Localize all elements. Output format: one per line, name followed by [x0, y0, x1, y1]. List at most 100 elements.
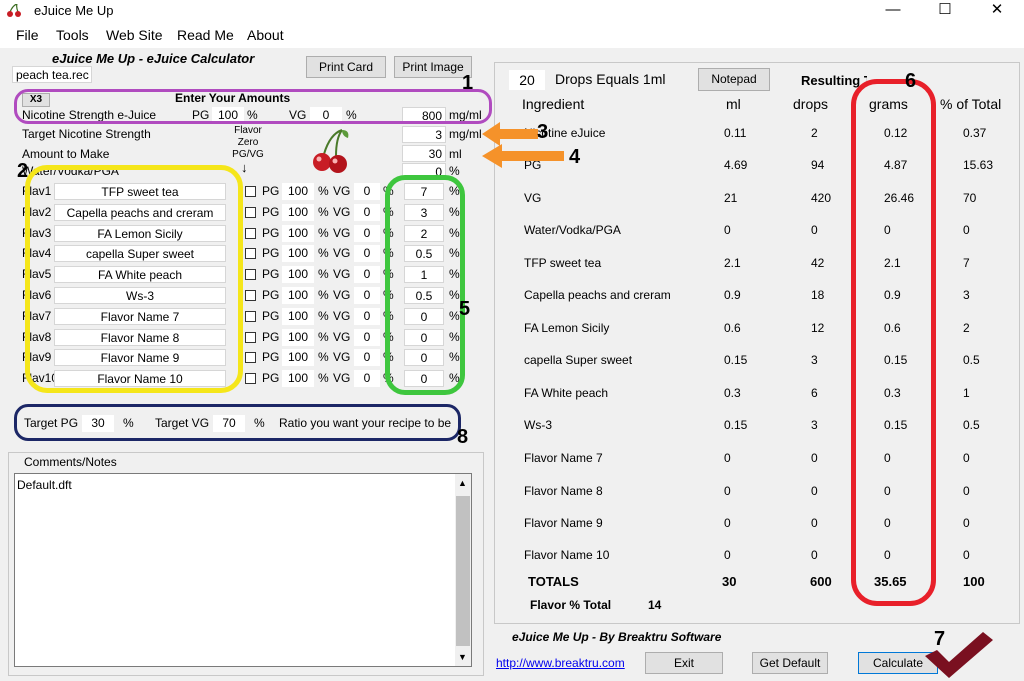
result-ml: 0: [724, 548, 731, 562]
flavor-vg-input[interactable]: 0: [354, 183, 380, 200]
result-pct: 7: [963, 256, 970, 270]
print-image-button[interactable]: Print Image: [394, 56, 472, 78]
result-ingredient: Flavor Name 8: [524, 484, 603, 498]
cherry-logo-icon: [304, 128, 356, 178]
flavor-pg-input[interactable]: 100: [282, 308, 314, 325]
result-ml: 21: [724, 191, 738, 205]
flavor-zero-checkbox[interactable]: [245, 228, 256, 239]
result-ingredient: VG: [524, 191, 542, 205]
flavor-vg-input[interactable]: 0: [354, 287, 380, 304]
print-card-button[interactable]: Print Card: [306, 56, 386, 78]
result-ingredient: TFP sweet tea: [524, 256, 602, 270]
flavor-vg-input[interactable]: 0: [354, 349, 380, 366]
comments-scrollbar[interactable]: ▲ ▼: [455, 474, 471, 666]
flavor-vg-input[interactable]: 0: [354, 204, 380, 221]
scroll-thumb[interactable]: [456, 496, 470, 646]
header-pct-total: % of Total: [940, 96, 1002, 112]
flavor-pg-pct: %: [318, 184, 329, 198]
scroll-down-icon[interactable]: ▼: [458, 652, 467, 662]
menu-readme[interactable]: Read Me: [177, 27, 234, 43]
flavor-pg-input[interactable]: 100: [282, 329, 314, 346]
menu-tools[interactable]: Tools: [56, 27, 89, 43]
website-link[interactable]: http://www.breaktru.com: [496, 656, 625, 670]
notepad-button[interactable]: Notepad: [698, 68, 770, 91]
target-nicotine-label: Target Nicotine Strength: [22, 127, 151, 141]
comments-textarea[interactable]: Default.dft ▲ ▼: [14, 473, 472, 667]
flavor-zero-checkbox[interactable]: [245, 373, 256, 384]
result-drops: 0: [811, 451, 818, 465]
flavor-zero-checkbox[interactable]: [245, 186, 256, 197]
flavor-zero-checkbox[interactable]: [245, 290, 256, 301]
annotation-number-7: 7: [934, 628, 946, 650]
flavor-zero-checkbox[interactable]: [245, 311, 256, 322]
result-pct: 0: [963, 548, 970, 562]
result-drops: 94: [811, 158, 825, 172]
flavor-pg-pct: %: [318, 267, 329, 281]
flavor-pg-pct: %: [318, 330, 329, 344]
flavor-zero-checkbox[interactable]: [245, 207, 256, 218]
flavor-pg-input[interactable]: 100: [282, 370, 314, 387]
flavor-vg-input[interactable]: 0: [354, 245, 380, 262]
menu-file[interactable]: File: [16, 27, 39, 43]
flavor-vg-input[interactable]: 0: [354, 308, 380, 325]
scroll-up-icon[interactable]: ▲: [458, 478, 467, 488]
annotation-box-5: [385, 175, 465, 395]
flavor-vg-input[interactable]: 0: [354, 370, 380, 387]
flavor-vg-label: VG: [333, 371, 351, 385]
menu-website[interactable]: Web Site: [106, 27, 163, 43]
amount-unit: ml: [449, 147, 462, 161]
result-pct: 0.5: [963, 353, 980, 367]
flavor-pg-input[interactable]: 100: [282, 287, 314, 304]
get-default-button[interactable]: Get Default: [752, 652, 828, 674]
exit-button[interactable]: Exit: [645, 652, 723, 674]
recipe-file-field[interactable]: peach tea.rec: [12, 66, 92, 83]
target-nicotine-input[interactable]: 3: [402, 126, 446, 143]
flavor-vg-label: VG: [333, 267, 351, 281]
result-ingredient: FA Lemon Sicily: [524, 321, 610, 335]
flavor-pg-input[interactable]: 100: [282, 349, 314, 366]
flavor-pg-label: PG: [262, 226, 280, 240]
flavor-vg-input[interactable]: 0: [354, 225, 380, 242]
minimize-icon[interactable]: —: [870, 0, 916, 22]
flavor-pg-pct: %: [318, 309, 329, 323]
target-nicotine-unit: mg/ml: [449, 127, 482, 141]
menu-about[interactable]: About: [247, 27, 284, 43]
maximize-icon[interactable]: ☐: [922, 0, 968, 22]
result-pct: 70: [963, 191, 977, 205]
result-drops: 0: [811, 516, 818, 530]
result-pct: 0.5: [963, 418, 980, 432]
flavor-pg-pct: %: [318, 350, 329, 364]
result-pct: 0: [963, 516, 970, 530]
result-ml: 2.1: [724, 256, 741, 270]
annotation-number-5: 5: [459, 298, 471, 320]
result-pct: 0.37: [963, 126, 987, 140]
flavor-pg-label: PG: [262, 288, 280, 302]
result-ingredient: FA White peach: [524, 386, 609, 400]
flavor-vg-input[interactable]: 0: [354, 329, 380, 346]
annotation-number-3: 3: [537, 121, 549, 143]
flavor-zero-checkbox[interactable]: [245, 248, 256, 259]
flavor-zero-checkbox[interactable]: [245, 332, 256, 343]
flavor-pg-input[interactable]: 100: [282, 225, 314, 242]
result-drops: 42: [811, 256, 825, 270]
flavor-pg-input[interactable]: 100: [282, 204, 314, 221]
flavor-vg-label: VG: [333, 330, 351, 344]
result-ml: 4.69: [724, 158, 748, 172]
drops-per-ml-input[interactable]: 20: [509, 70, 545, 90]
amount-to-make-input[interactable]: 30: [402, 145, 446, 162]
close-icon[interactable]: ✕: [974, 0, 1020, 22]
totals-pct: 100: [963, 574, 985, 589]
flavor-pg-input[interactable]: 100: [282, 245, 314, 262]
annotation-box-1: [14, 89, 492, 124]
flavor-pg-input[interactable]: 100: [282, 183, 314, 200]
flavor-pg-input[interactable]: 100: [282, 266, 314, 283]
flavor-zero-checkbox[interactable]: [245, 269, 256, 280]
amount-to-make-label: Amount to Make: [22, 147, 110, 161]
flavor-zero-checkbox[interactable]: [245, 352, 256, 363]
result-ml: 0.9: [724, 288, 741, 302]
annotation-box-6: [851, 79, 936, 606]
orange-arrow-icon: [482, 122, 538, 146]
flavor-vg-input[interactable]: 0: [354, 266, 380, 283]
flavor-vg-label: VG: [333, 226, 351, 240]
footer-brand: eJuice Me Up - By Breaktru Software: [512, 630, 722, 644]
